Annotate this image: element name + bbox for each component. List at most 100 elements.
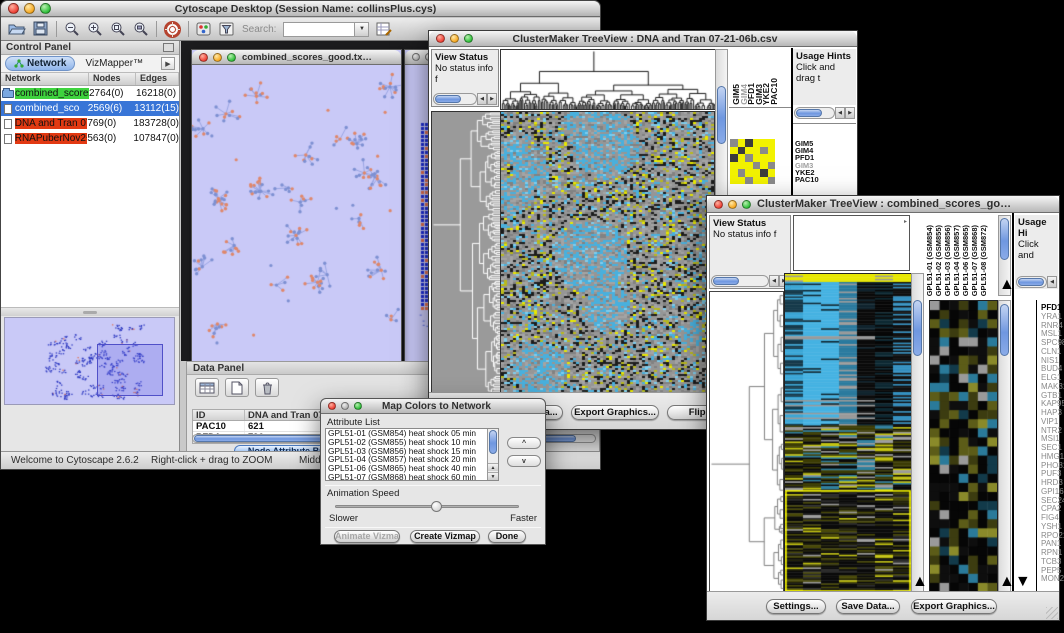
scroll-right-icon[interactable]: ▶ — [845, 107, 855, 119]
minimize-button[interactable] — [341, 402, 349, 410]
col-header-nodes[interactable]: Nodes — [89, 73, 136, 85]
row-dendrogram-canvas[interactable] — [431, 111, 501, 396]
scroll-left-icon[interactable]: ◀ — [1047, 276, 1057, 288]
panel-splitter[interactable] — [1, 308, 179, 316]
attribute-item[interactable]: GPL51-07 (GSM868) heat shock 60 min — [326, 473, 487, 481]
attribute-table-icon[interactable] — [195, 378, 219, 397]
scroll-up-icon[interactable]: ▲ — [488, 463, 498, 471]
column-label[interactable]: PFD1 — [746, 83, 754, 105]
close-button[interactable] — [199, 53, 208, 62]
attribute-list-vscrollbar[interactable]: ▲ ▼ — [487, 429, 498, 480]
float-panel-icon[interactable] — [163, 43, 174, 52]
heatmap-zoom-canvas[interactable] — [929, 300, 998, 593]
zoom-button[interactable] — [40, 3, 51, 14]
view-status-hscrollbar[interactable]: ◀▶ — [711, 275, 789, 287]
network-list-row[interactable]: RNAPuberNov2+!563(0)107847(0) — [1, 131, 179, 146]
column-labels-vscrollbar[interactable]: ▲▼ — [998, 215, 1011, 296]
zoom-button[interactable] — [464, 34, 473, 43]
scroll-left-icon[interactable]: ◀ — [477, 93, 487, 105]
zoom-vscrollbar[interactable]: ▲▼ — [998, 300, 1011, 593]
close-button[interactable] — [412, 53, 420, 61]
network-list-row[interactable]: combined_scores2764(0)16218(0) — [1, 86, 179, 101]
animate-vizmap-button[interactable]: Animate Vizmap — [334, 530, 400, 543]
zoom-selected-icon[interactable] — [110, 21, 126, 37]
usage-hints-hscrollbar[interactable]: ◀ — [1016, 276, 1057, 288]
vizmapper-icon[interactable] — [196, 22, 212, 37]
network-view-canvas[interactable] — [192, 65, 401, 361]
heatmap-global-canvas[interactable] — [784, 273, 912, 594]
row-dendrogram-canvas[interactable] — [709, 291, 784, 594]
create-vizmap-button[interactable]: Create Vizmap — [410, 530, 480, 543]
col-header-edges[interactable]: Edges — [136, 73, 179, 85]
export-graphics-button[interactable]: Export Graphics... — [911, 599, 997, 614]
minimize-button[interactable] — [728, 200, 737, 209]
scroll-down-icon[interactable]: ▼ — [1015, 573, 1031, 590]
heatmap-global-canvas[interactable] — [500, 111, 715, 396]
dialog-titlebar[interactable]: Map Colors to Network — [321, 399, 545, 414]
correlation-matrix[interactable] — [730, 139, 775, 184]
save-data-button[interactable]: Save Data... — [836, 599, 900, 614]
zoom-button[interactable] — [742, 200, 751, 209]
resize-grip[interactable] — [1046, 607, 1058, 619]
zoom-out-icon[interactable] — [64, 21, 80, 37]
column-label[interactable]: GPL51-07 (GSM868) — [970, 225, 979, 296]
export-graphics-button[interactable]: Export Graphics... — [571, 405, 659, 420]
new-attribute-icon[interactable] — [225, 378, 249, 397]
delete-attribute-icon[interactable] — [255, 378, 279, 397]
network-view-window[interactable]: combined_scores_good.txt--cluste... — [191, 49, 402, 361]
scroll-down-icon[interactable]: ▼ — [488, 472, 498, 480]
network-list-row[interactable]: combined_sco2569(6)13112(15) — [1, 101, 179, 116]
overview-viewport-rect[interactable] — [97, 344, 163, 396]
tab-vizmapper[interactable]: VizMapper™ — [79, 57, 149, 70]
minimize-button[interactable] — [24, 3, 35, 14]
attribute-listbox[interactable]: GPL51-01 (GSM854) heat shock 05 minGPL51… — [325, 428, 499, 481]
search-dropdown-arrow[interactable]: ▼ — [355, 22, 369, 37]
scroll-up-icon[interactable]: ▲ — [912, 573, 928, 590]
column-label[interactable]: GIM5 — [731, 84, 739, 105]
filter-icon[interactable] — [219, 22, 235, 37]
column-label[interactable]: GPL51-01 (GSM854) — [925, 225, 934, 296]
move-down-button[interactable]: v — [507, 455, 541, 467]
column-label[interactable]: GPL51-03 (GSM856) — [943, 225, 952, 296]
save-icon[interactable] — [33, 21, 49, 37]
close-button[interactable] — [714, 200, 723, 209]
column-dendrogram-canvas[interactable] — [500, 49, 716, 110]
tab-network[interactable]: Network — [5, 56, 75, 71]
scroll-right-icon[interactable]: ▶ — [487, 93, 497, 105]
network-overview-panel[interactable] — [4, 317, 175, 405]
animation-speed-slider[interactable] — [335, 505, 519, 508]
column-label[interactable]: GIM4 — [739, 84, 747, 105]
column-label[interactable]: GPL51-06 (GSM865) — [961, 225, 970, 296]
zoom-button[interactable] — [354, 402, 362, 410]
view-status-hscrollbar[interactable]: ◀▶ — [433, 93, 497, 105]
column-label[interactable]: GPL51-02 (GSM855) — [934, 225, 943, 296]
move-up-button[interactable]: ^ — [507, 437, 541, 449]
col-header-id[interactable]: ID — [193, 410, 245, 420]
column-label[interactable]: GIM3 — [754, 84, 762, 105]
row-label[interactable]: PAC10 — [795, 176, 819, 183]
treeview-combined-titlebar[interactable]: ClusterMaker TreeView : combined_scores_… — [707, 196, 1059, 213]
tab-overflow-arrow[interactable]: ▶ — [161, 57, 175, 70]
heatmap-vscrollbar[interactable]: ▲▼ — [911, 273, 924, 593]
scroll-left-icon[interactable]: ◀ — [835, 107, 845, 119]
slider-thumb[interactable] — [431, 501, 442, 512]
main-titlebar[interactable]: Cytoscape Desktop (Session Name: collins… — [1, 1, 600, 17]
expand-arrow-icon[interactable]: ▸ — [904, 218, 907, 225]
help-lifering-icon[interactable] — [164, 21, 181, 38]
zoom-in-icon[interactable] — [87, 21, 103, 37]
treeview-dna-titlebar[interactable]: ClusterMaker TreeView : DNA and Tran 07-… — [429, 31, 857, 47]
close-button[interactable] — [436, 34, 445, 43]
done-button[interactable]: Done — [488, 530, 526, 543]
network-list-row[interactable]: DNA and Tran 07769(0)183728(0) — [1, 116, 179, 131]
report-icon[interactable] — [376, 21, 393, 37]
zoom-panel-hscrollbar[interactable]: ◀▶ — [794, 107, 855, 119]
col-header-network[interactable]: Network — [1, 73, 89, 85]
scroll-left-icon[interactable]: ◀ — [769, 275, 779, 287]
column-label[interactable]: YKE2 — [761, 83, 769, 105]
minimize-button[interactable] — [450, 34, 459, 43]
open-file-icon[interactable] — [7, 21, 26, 37]
network-view-titlebar[interactable]: combined_scores_good.txt--cluste... — [192, 50, 401, 65]
column-label[interactable]: GPL51-04 (GSM857) — [952, 225, 961, 296]
search-input[interactable] — [283, 22, 355, 37]
column-label[interactable]: PAC10 — [769, 78, 777, 105]
